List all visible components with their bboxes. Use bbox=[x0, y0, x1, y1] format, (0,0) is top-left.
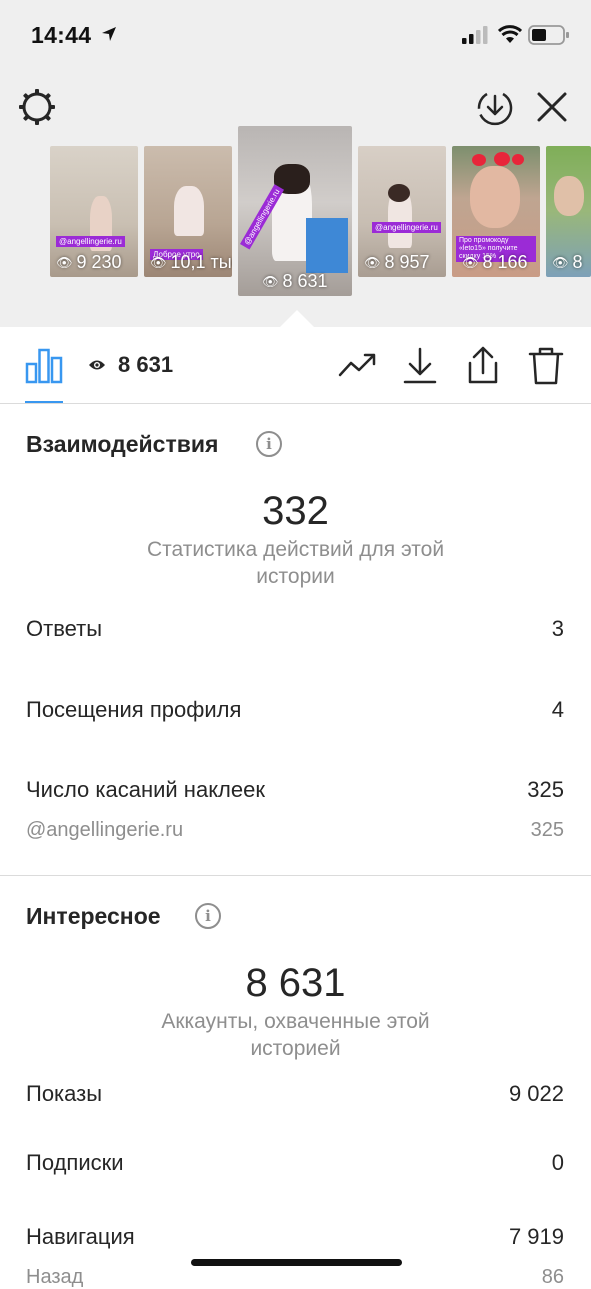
story-views: 👁10,1 тыс bbox=[150, 252, 232, 272]
eye-icon: 👁 bbox=[150, 254, 167, 270]
stat-label-sticker-taps: Число касаний наклеек bbox=[26, 777, 265, 802]
views-number: 8 631 bbox=[118, 352, 174, 377]
promote-trend-icon[interactable] bbox=[336, 345, 378, 387]
stat-label-follows: Подписки bbox=[26, 1150, 124, 1175]
stat-label-replies: Ответы bbox=[26, 616, 103, 641]
eye-icon: 👁 bbox=[364, 254, 381, 270]
section-title-interactions: Взаимодействия bbox=[26, 431, 219, 457]
info-icon[interactable]: i bbox=[195, 903, 221, 929]
section-title-discovery: Интересное bbox=[26, 903, 161, 929]
story-face bbox=[554, 176, 584, 216]
story-person-hair bbox=[388, 184, 410, 202]
cellular-signal-icon bbox=[462, 26, 488, 44]
discovery-total: 8 631 bbox=[245, 961, 346, 1005]
story-thumbnail[interactable]: Про промокоду «leto15» получите скидку 1… bbox=[452, 146, 540, 277]
story-views: 👁 8 bbox=[552, 252, 583, 272]
story-thumbnail[interactable]: Доброе утро 👁10,1 тыс bbox=[144, 146, 232, 277]
share-icon[interactable] bbox=[462, 345, 504, 387]
story-text-sticker bbox=[306, 218, 348, 273]
home-indicator[interactable] bbox=[191, 1259, 402, 1266]
story-thumbnail[interactable]: @angellingerie.ru 👁 8 957 bbox=[358, 146, 446, 277]
stat-value-profile-visits: 4 bbox=[551, 697, 564, 722]
stat-label-impressions: Показы bbox=[26, 1081, 103, 1106]
story-views-count: 8 631 bbox=[88, 352, 173, 378]
story-thumbnail[interactable]: @angellingerie.ru 👁 9 230 bbox=[50, 146, 138, 277]
eye-icon bbox=[89, 360, 105, 370]
interactions-description: Статистика действий для этой истории bbox=[146, 538, 445, 588]
battery-icon bbox=[528, 25, 569, 45]
save-download-circle-icon[interactable] bbox=[475, 87, 515, 127]
story-thumbnail-selected[interactable]: @angellingerie.ru 👁 8 631 bbox=[238, 126, 352, 296]
story-mention-tag: @angellingerie.ru bbox=[372, 222, 441, 233]
delete-trash-icon[interactable] bbox=[525, 345, 567, 387]
stat-label-navigation: Навигация bbox=[26, 1224, 135, 1249]
heart-sticker bbox=[472, 154, 486, 166]
status-time: 14:44 bbox=[31, 22, 92, 48]
interactions-total: 332 bbox=[262, 489, 329, 533]
active-tab-underline bbox=[25, 401, 63, 403]
selected-story-pointer bbox=[280, 310, 314, 327]
story-thumbnail[interactable]: 👁 8 bbox=[546, 146, 591, 277]
eye-icon: 👁 bbox=[462, 254, 479, 270]
stories-header-area: 14:44 @angellingerie.ru 👁 9 230 Доброе у… bbox=[0, 0, 591, 327]
stat-label-profile-visits: Посещения профиля bbox=[26, 697, 242, 722]
stat-label-back: Назад bbox=[26, 1266, 84, 1288]
story-views: 👁 8 631 bbox=[262, 271, 328, 291]
stat-value-follows: 0 bbox=[551, 1150, 564, 1175]
stat-label-mention: @angellingerie.ru bbox=[26, 819, 184, 841]
close-icon[interactable] bbox=[534, 89, 570, 125]
story-face bbox=[470, 166, 520, 228]
location-arrow-icon bbox=[102, 27, 116, 41]
eye-icon: 👁 bbox=[56, 254, 73, 270]
settings-gear-icon[interactable] bbox=[17, 87, 57, 127]
story-views: 👁 9 230 bbox=[56, 252, 122, 272]
wifi-icon bbox=[498, 25, 522, 43]
story-views: 👁 8 166 bbox=[462, 252, 528, 272]
insights-tab-bar: 8 631 bbox=[0, 327, 591, 404]
bar-chart-icon[interactable] bbox=[25, 348, 63, 384]
stat-value-back: 86 bbox=[541, 1266, 564, 1288]
heart-sticker bbox=[494, 152, 510, 166]
eye-icon: 👁 bbox=[262, 273, 279, 289]
stat-value-impressions: 9 022 bbox=[508, 1081, 564, 1106]
info-icon[interactable]: i bbox=[256, 431, 282, 457]
story-mention-tag: @angellingerie.ru bbox=[56, 236, 125, 247]
story-views: 👁 8 957 bbox=[364, 252, 430, 272]
stat-value-replies: 3 bbox=[551, 616, 564, 641]
eye-icon: 👁 bbox=[552, 254, 569, 270]
stat-value-mention: 325 bbox=[530, 819, 564, 841]
status-bar: 14:44 bbox=[0, 0, 591, 72]
download-icon[interactable] bbox=[399, 345, 441, 387]
stat-value-sticker-taps: 325 bbox=[527, 777, 564, 802]
section-divider bbox=[0, 875, 591, 876]
stat-value-navigation: 7 919 bbox=[508, 1224, 564, 1249]
discovery-description: Аккаунты, охваченные этой историей bbox=[161, 1010, 430, 1060]
heart-sticker bbox=[512, 154, 524, 165]
